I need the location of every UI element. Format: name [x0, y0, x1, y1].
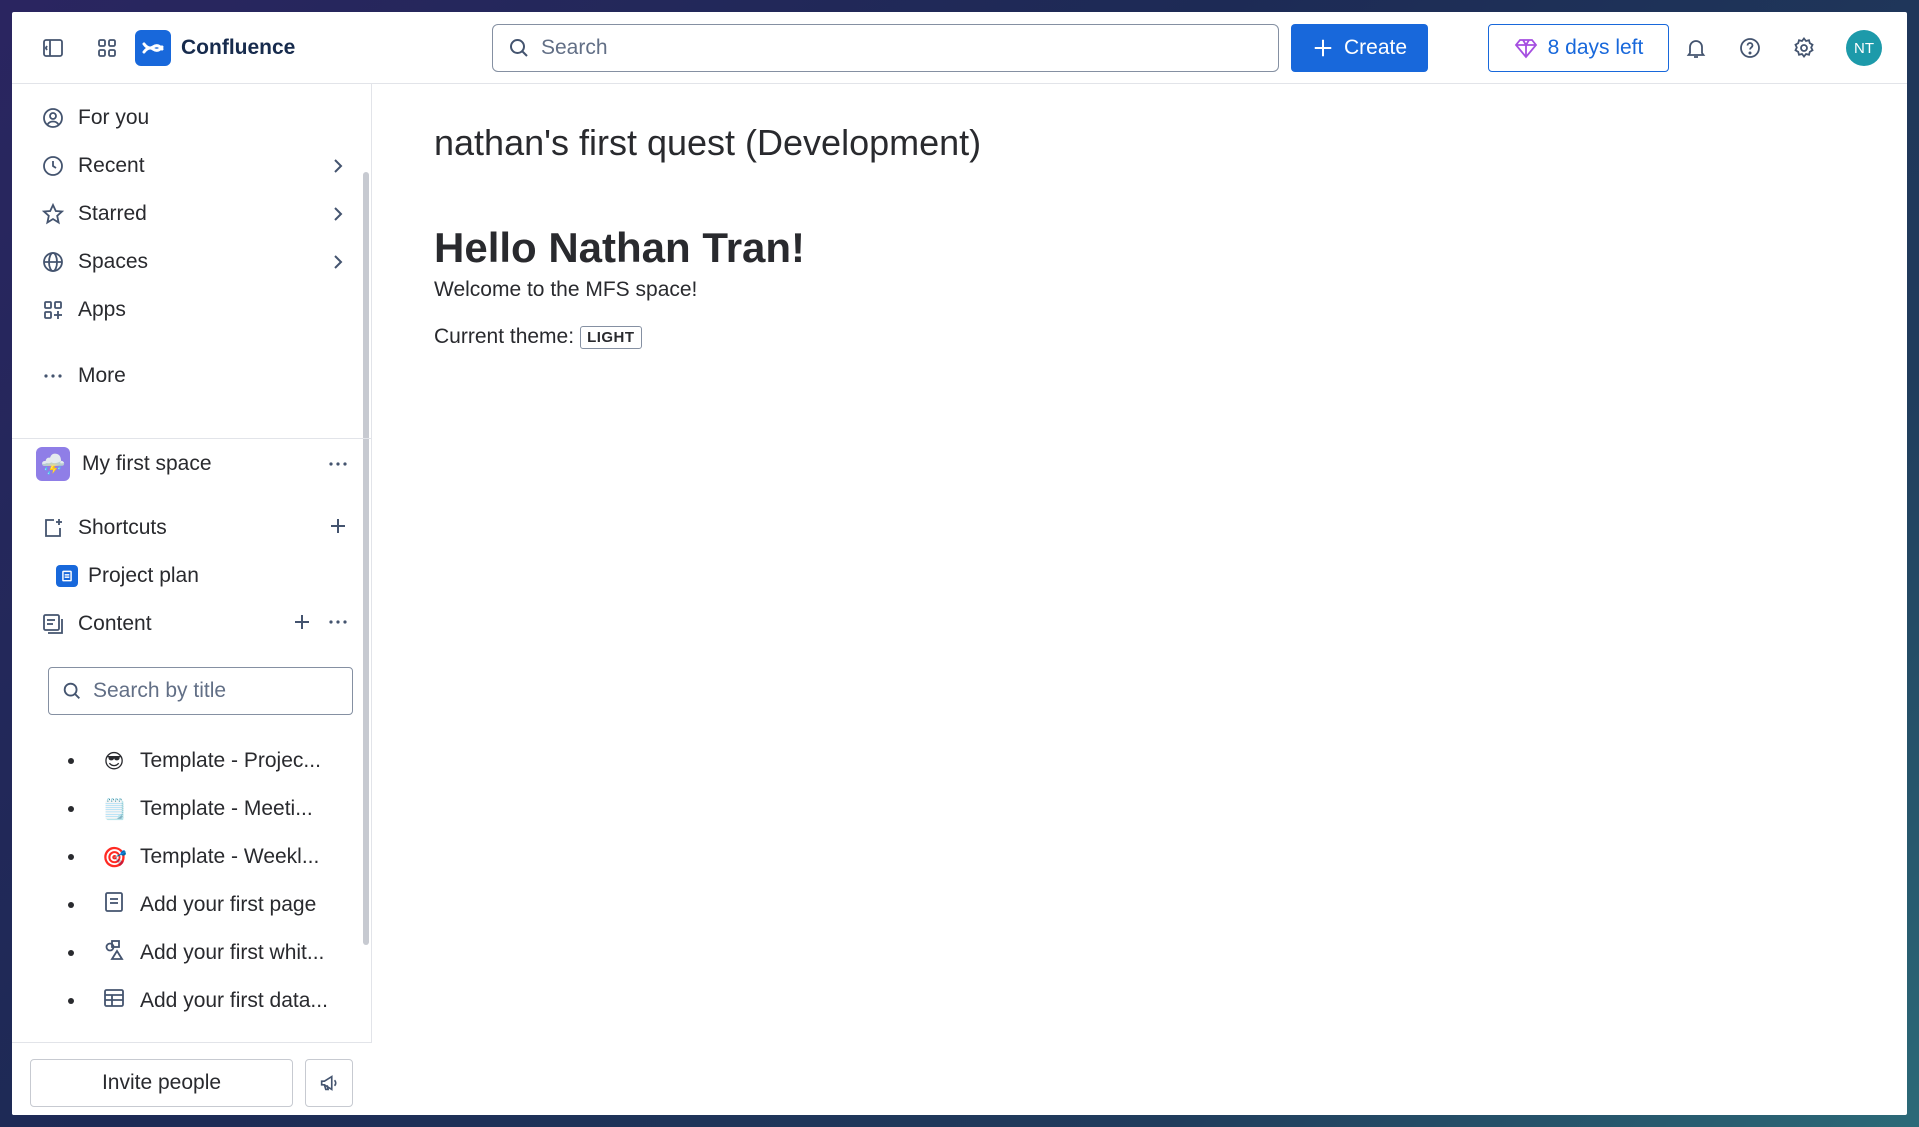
- plus-icon: [1312, 37, 1334, 59]
- sidebar-item-label: Apps: [78, 298, 126, 321]
- bullet: [68, 758, 74, 764]
- shortcut-add-icon: [40, 515, 66, 541]
- tree-item[interactable]: 🎯 Template - Weekl...: [68, 837, 358, 877]
- user-avatar[interactable]: NT: [1846, 30, 1882, 66]
- theme-lozenge: LIGHT: [580, 325, 642, 349]
- page-icon: [102, 890, 126, 920]
- content-pages-icon: [40, 611, 66, 637]
- app-window: Confluence Create 8 days left: [12, 12, 1907, 1115]
- main-content: nathan's first quest (Development) Hello…: [374, 84, 1907, 1115]
- sidebar-item-spaces[interactable]: Spaces: [40, 242, 350, 282]
- create-button[interactable]: Create: [1291, 24, 1428, 72]
- chevron-right-icon[interactable]: [326, 154, 350, 184]
- bullet: [68, 806, 74, 812]
- whiteboard-shapes-icon: [102, 938, 126, 968]
- sidebar-toggle-icon[interactable]: [33, 28, 73, 68]
- target-emoji-icon: 🎯: [102, 846, 127, 869]
- welcome-text: Welcome to the MFS space!: [434, 278, 698, 301]
- bullet: [68, 854, 74, 860]
- tree-item[interactable]: Add your first page: [68, 885, 358, 925]
- settings-gear-icon[interactable]: [1784, 28, 1824, 68]
- space-avatar-icon: ⛈️: [36, 447, 70, 481]
- tree-item[interactable]: Add your first data...: [68, 981, 358, 1021]
- plus-icon[interactable]: [326, 514, 350, 538]
- sidebar-item-label: For you: [78, 106, 150, 129]
- current-theme-line: Current theme: LIGHT: [434, 325, 642, 349]
- sidebar-footer: Invite people: [12, 1042, 372, 1115]
- sidebar-scrollbar[interactable]: [363, 172, 369, 945]
- more-icon: [40, 363, 66, 389]
- sidebar-item-label: Spaces: [78, 250, 149, 273]
- more-icon[interactable]: [326, 610, 350, 640]
- sidebar-item-for-you[interactable]: For you: [40, 98, 350, 138]
- sunglasses-emoji-icon: 😎: [103, 750, 125, 773]
- app-switcher-icon[interactable]: [87, 28, 127, 68]
- search-input[interactable]: [541, 36, 1241, 60]
- tree-item[interactable]: Add your first whit...: [68, 933, 358, 973]
- create-label: Create: [1343, 36, 1408, 59]
- shortcuts-label: Shortcuts: [78, 516, 167, 539]
- content-label: Content: [78, 612, 152, 635]
- theme-label: Current theme:: [434, 325, 575, 348]
- apps-icon: [40, 297, 66, 323]
- confluence-logo-icon: [135, 29, 171, 66]
- tree-item-label: Template - Projec...: [140, 749, 321, 772]
- trial-days-left-button[interactable]: 8 days left: [1488, 24, 1669, 72]
- app-name: Confluence: [181, 35, 296, 59]
- more-icon[interactable]: [326, 452, 350, 476]
- sidebar-divider: [12, 438, 372, 439]
- search-icon: [507, 36, 531, 60]
- notepad-emoji-icon: 🗒️: [102, 798, 127, 821]
- tree-item-label: Add your first page: [140, 893, 317, 916]
- bullet: [68, 902, 74, 908]
- notifications-bell-icon[interactable]: [1676, 28, 1716, 68]
- content-actions: [290, 610, 350, 640]
- sidebar-item-content[interactable]: Content: [40, 604, 350, 644]
- trial-label: 8 days left: [1547, 36, 1644, 59]
- user-circle-icon: [40, 105, 66, 131]
- space-name: My first space: [82, 452, 212, 475]
- star-icon: [40, 201, 66, 227]
- sidebar-item-shortcuts[interactable]: Shortcuts: [40, 508, 350, 548]
- bullet: [68, 950, 74, 956]
- database-table-icon: [102, 986, 126, 1016]
- tree-item-label: Template - Meeti...: [140, 797, 313, 820]
- sidebar-item-label: Starred: [78, 202, 147, 225]
- chevron-right-icon[interactable]: [326, 250, 350, 280]
- sidebar-item-apps[interactable]: Apps: [40, 290, 350, 330]
- tree-item-label: Add your first data...: [140, 989, 328, 1012]
- sidebar-item-label: More: [78, 364, 126, 387]
- shortcut-label: Project plan: [88, 564, 199, 587]
- greeting-heading: Hello Nathan Tran!: [434, 224, 806, 271]
- gem-icon: [1514, 36, 1538, 60]
- clock-icon: [40, 153, 66, 179]
- confluence-logo[interactable]: Confluence: [135, 29, 296, 66]
- space-header[interactable]: ⛈️ My first space: [36, 440, 350, 488]
- invite-people-button[interactable]: Invite people: [30, 1059, 293, 1107]
- sidebar: For you Recent Starred Spaces Apps More …: [12, 84, 372, 1115]
- top-navigation-bar: Confluence Create 8 days left: [12, 12, 1907, 84]
- globe-icon: [40, 249, 66, 275]
- page-title: nathan's first quest (Development): [434, 122, 982, 163]
- header-actions: NT: [1676, 28, 1882, 68]
- sidebar-item-recent[interactable]: Recent: [40, 146, 350, 186]
- chevron-right-icon[interactable]: [326, 202, 350, 232]
- tree-item-label: Add your first whit...: [140, 941, 325, 964]
- sidebar-item-starred[interactable]: Starred: [40, 194, 350, 234]
- document-icon: [56, 565, 78, 587]
- shortcut-project-plan[interactable]: Project plan: [56, 556, 356, 596]
- help-icon[interactable]: [1730, 28, 1770, 68]
- feedback-megaphone-icon[interactable]: [305, 1059, 353, 1107]
- global-search[interactable]: [492, 24, 1279, 72]
- search-icon: [61, 680, 83, 702]
- sidebar-item-label: Recent: [78, 154, 145, 177]
- sidebar-item-more[interactable]: More: [40, 356, 350, 396]
- tree-item[interactable]: 😎 Template - Projec...: [68, 741, 358, 781]
- bullet: [68, 998, 74, 1004]
- search-by-title-field[interactable]: [48, 667, 353, 715]
- tree-item-label: Template - Weekl...: [140, 845, 320, 868]
- search-by-title-input[interactable]: [93, 679, 333, 703]
- tree-item[interactable]: 🗒️ Template - Meeti...: [68, 789, 358, 829]
- plus-icon[interactable]: [290, 610, 314, 640]
